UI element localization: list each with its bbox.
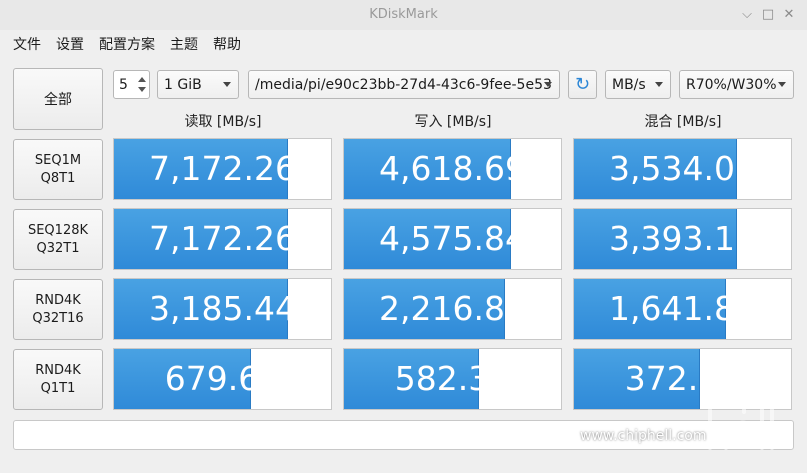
write-header: 写入 [MB/s] bbox=[414, 114, 492, 130]
window-title: KDiskMark bbox=[369, 7, 438, 22]
test-label-line1: RND4K bbox=[35, 362, 81, 378]
result-value: 3,534.03 bbox=[609, 149, 756, 188]
size-select[interactable]: 1 GiB bbox=[157, 70, 239, 99]
result-read-cell: 7,172.26 bbox=[113, 138, 332, 200]
chevron-down-icon bbox=[544, 82, 552, 87]
menu-theme[interactable]: 主题 bbox=[170, 34, 198, 54]
menu-profiles[interactable]: 配置方案 bbox=[99, 34, 155, 54]
test-seq1m-button[interactable]: SEQ1M Q8T1 bbox=[13, 139, 103, 200]
test-rnd4k-q1t1-button[interactable]: RND4K Q1T1 bbox=[13, 349, 103, 410]
refresh-button[interactable]: ↻ bbox=[568, 70, 597, 99]
refresh-icon: ↻ bbox=[574, 74, 591, 95]
result-value: 4,575.84 bbox=[379, 219, 526, 258]
spin-up-icon[interactable] bbox=[138, 77, 146, 82]
result-value: 679.63 bbox=[164, 359, 281, 398]
menu-bar: 文件 设置 配置方案 主题 帮助 bbox=[0, 30, 807, 58]
test-label-line1: SEQ1M bbox=[34, 152, 82, 168]
title-bar: KDiskMark ⌵ □ ✕ bbox=[0, 0, 807, 30]
test-rnd4k-q32t16-button[interactable]: RND4K Q32T16 bbox=[13, 279, 103, 340]
result-value: 3,185.44 bbox=[149, 289, 296, 328]
result-write-cell: 4,618.69 bbox=[343, 138, 562, 200]
close-icon[interactable]: ✕ bbox=[780, 6, 798, 24]
test-label-line1: SEQ128K bbox=[27, 222, 89, 238]
result-mix-cell: 3,393.17 bbox=[573, 208, 792, 270]
test-label-line2: Q32T16 bbox=[32, 310, 84, 326]
result-read-cell: 7,172.26 bbox=[113, 208, 332, 270]
result-mix-cell: 1,641.83 bbox=[573, 278, 792, 340]
path-select[interactable]: /media/pi/e90c23bb-27d4-43c6-9fee-5e53 bbox=[248, 70, 560, 99]
mix-header: 混合 [MB/s] bbox=[644, 114, 722, 130]
result-value: 582.33 bbox=[394, 359, 511, 398]
result-write-cell: 4,575.84 bbox=[343, 208, 562, 270]
result-read-cell: 679.63 bbox=[113, 348, 332, 410]
unit-select[interactable]: MB/s bbox=[605, 70, 671, 99]
result-value: 3,393.17 bbox=[609, 219, 756, 258]
test-label-line2: Q8T1 bbox=[40, 170, 76, 186]
result-value: 7,172.26 bbox=[149, 219, 296, 258]
result-value: 2,216.80 bbox=[379, 289, 526, 328]
result-value: 4,618.69 bbox=[379, 149, 526, 188]
chevron-down-icon bbox=[778, 82, 786, 87]
result-write-cell: 2,216.80 bbox=[343, 278, 562, 340]
size-value: 1 GiB bbox=[164, 76, 202, 93]
unit-value: MB/s bbox=[612, 76, 646, 93]
test-label-line1: RND4K bbox=[35, 292, 81, 308]
minimize-icon[interactable]: ⌵ bbox=[738, 6, 756, 24]
watermark-text: www.chiphell.com bbox=[580, 428, 707, 444]
result-mix-cell: 3,534.03 bbox=[573, 138, 792, 200]
chevron-down-icon bbox=[223, 82, 231, 87]
menu-settings[interactable]: 设置 bbox=[56, 34, 84, 54]
test-label-line2: Q1T1 bbox=[40, 380, 76, 396]
test-seq128k-button[interactable]: SEQ128K Q32T1 bbox=[13, 209, 103, 270]
runs-spinbox[interactable]: 5 bbox=[113, 70, 150, 99]
test-label-line2: Q32T1 bbox=[36, 240, 80, 256]
result-write-cell: 582.33 bbox=[343, 348, 562, 410]
read-header: 读取 [MB/s] bbox=[184, 114, 262, 130]
menu-help[interactable]: 帮助 bbox=[213, 34, 241, 54]
result-value: 7,172.26 bbox=[149, 149, 296, 188]
chiphell-logo-icon bbox=[706, 360, 774, 450]
menu-file[interactable]: 文件 bbox=[13, 34, 41, 54]
run-all-button[interactable]: 全部 bbox=[13, 68, 103, 130]
mix-select[interactable]: R70%/W30% bbox=[679, 70, 794, 99]
path-value: /media/pi/e90c23bb-27d4-43c6-9fee-5e53 bbox=[255, 76, 552, 93]
result-value: 1,641.83 bbox=[609, 289, 756, 328]
maximize-icon[interactable]: □ bbox=[759, 6, 777, 24]
spin-down-icon[interactable] bbox=[138, 87, 146, 92]
runs-value: 5 bbox=[119, 76, 128, 93]
result-read-cell: 3,185.44 bbox=[113, 278, 332, 340]
chevron-down-icon bbox=[655, 82, 663, 87]
mix-value: R70%/W30% bbox=[686, 76, 777, 93]
